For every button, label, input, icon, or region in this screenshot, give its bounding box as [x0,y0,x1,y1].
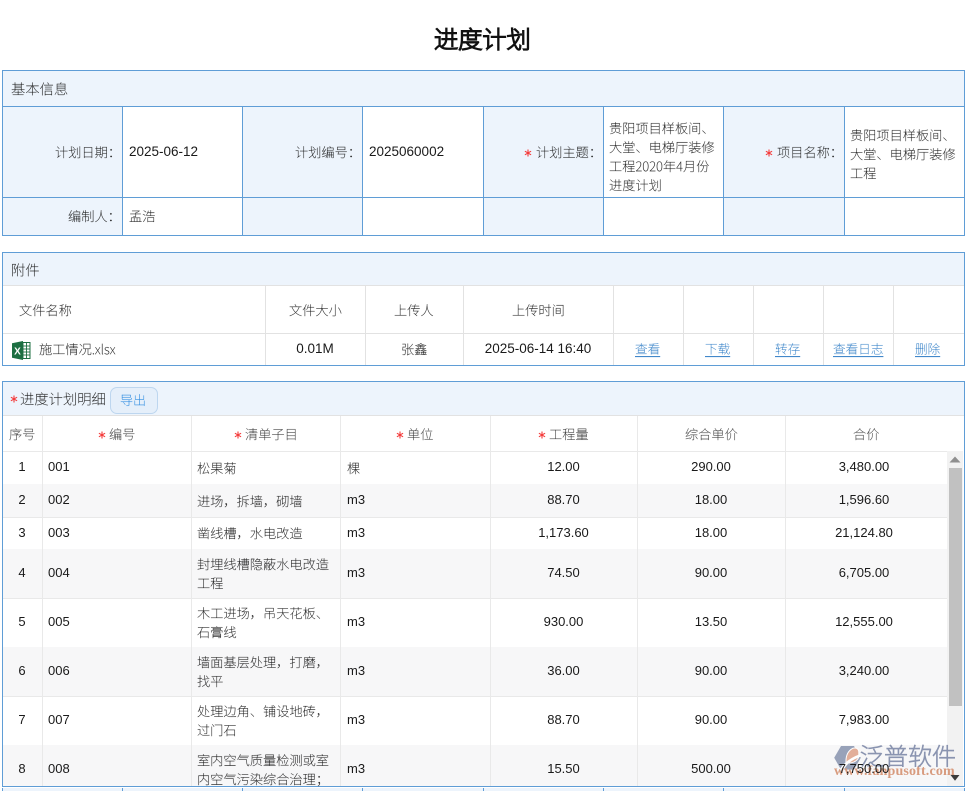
svg-text:X: X [14,347,21,358]
